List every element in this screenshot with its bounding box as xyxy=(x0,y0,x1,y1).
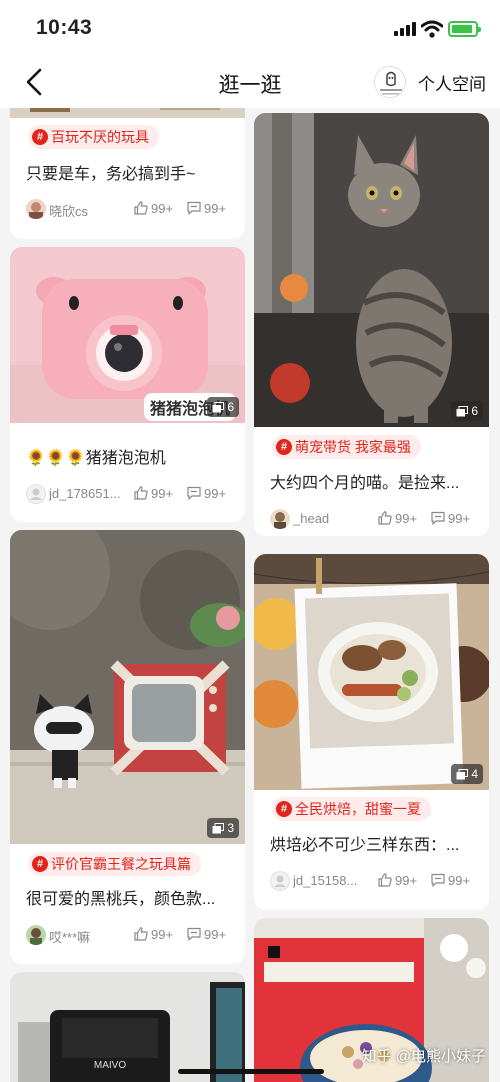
comment-icon xyxy=(431,511,445,526)
feed[interactable]: # 百玩不厌的玩具 只要是车，务必搞到手~ 晓欣cs 99+ 99+ 猪猪泡泡机… xyxy=(0,108,500,1082)
comment-button[interactable]: 99+ xyxy=(430,510,470,526)
comment-count: 99+ xyxy=(448,510,471,526)
comment-button[interactable]: 99+ xyxy=(186,485,226,501)
thumb-up-icon xyxy=(378,511,392,525)
author-name[interactable]: 哎***嘛 xyxy=(49,927,133,946)
personal-space-button[interactable]: 个人空间 xyxy=(372,64,500,98)
comment-icon xyxy=(187,201,201,216)
author-name[interactable]: 晓欣cs xyxy=(49,201,133,220)
hashtag-icon: # xyxy=(32,129,48,145)
image-stack-icon xyxy=(212,822,225,833)
comment-icon xyxy=(187,486,201,501)
like-button[interactable]: 99+ xyxy=(377,510,417,526)
feed-card[interactable]: 4 # 全民烘焙，甜蜜一夏 烘培必不可少三样东西：... jd_15158...… xyxy=(254,554,489,910)
like-count: 99+ xyxy=(395,872,418,888)
status-time: 10:43 xyxy=(36,16,93,39)
card-meta: 晓欣cs 99+ 99+ xyxy=(26,198,236,220)
status-bar: 10:43 xyxy=(0,0,500,56)
device-brand-text: MAIVO xyxy=(94,1060,126,1071)
card-image: 3 xyxy=(10,530,245,844)
battery-icon xyxy=(448,21,481,37)
avatar[interactable] xyxy=(270,871,290,891)
image-stack-icon xyxy=(212,401,225,412)
topic-label: 百玩不厌的玩具 xyxy=(51,129,149,145)
card-image: 猪猪泡泡机 6 xyxy=(10,247,245,423)
hashtag-icon: # xyxy=(276,439,292,455)
like-button[interactable]: 99+ xyxy=(133,485,173,501)
comment-button[interactable]: 99+ xyxy=(186,200,226,216)
topic-tag[interactable]: # 百玩不厌的玩具 xyxy=(28,125,159,149)
feed-card[interactable]: 3 # 评价官霸王餐之玩具篇 很可爱的黑桃兵，颜色款... 哎***嘛 99+ … xyxy=(10,530,245,964)
topic-label: 萌宠带货 我家最强 xyxy=(295,439,411,455)
topic-tag[interactable]: # 评价官霸王餐之玩具篇 xyxy=(28,852,201,876)
card-image: 4 xyxy=(254,554,489,790)
card-meta: _head 99+ 99+ xyxy=(270,508,480,530)
avatar[interactable] xyxy=(270,509,290,529)
card-title: 只要是车，务必搞到手~ xyxy=(26,166,196,183)
author-name[interactable]: jd_178651... xyxy=(49,486,133,501)
image-count-badge: 6 xyxy=(207,397,239,417)
comment-count: 99+ xyxy=(204,200,227,216)
comment-count: 99+ xyxy=(448,872,471,888)
card-image xyxy=(10,108,245,118)
personal-space-label: 个人空间 xyxy=(418,75,486,94)
card-title: 烘培必不可少三样东西：... xyxy=(270,837,460,854)
card-image: 6 xyxy=(254,113,489,427)
signal-icon xyxy=(394,22,416,36)
card-image: MAIVO xyxy=(10,972,245,1082)
avatar[interactable] xyxy=(26,199,46,219)
thumb-up-icon xyxy=(378,873,392,887)
thumb-up-icon xyxy=(134,927,148,941)
home-indicator[interactable] xyxy=(178,1069,324,1074)
card-meta: 哎***嘛 99+ 99+ xyxy=(26,924,236,946)
comment-button[interactable]: 99+ xyxy=(186,926,226,942)
author-name[interactable]: jd_15158... xyxy=(293,873,377,888)
nav-bar: 逛一逛 个人空间 xyxy=(0,56,500,108)
card-meta: jd_15158... 99+ 99+ xyxy=(270,870,480,892)
image-count: 4 xyxy=(471,767,478,781)
topic-tag[interactable]: # 全民烘焙，甜蜜一夏 xyxy=(272,797,431,821)
topic-label: 评价官霸王餐之玩具篇 xyxy=(51,856,191,872)
card-meta: jd_178651... 99+ 99+ xyxy=(26,483,236,505)
thumb-up-icon xyxy=(134,201,148,215)
comment-icon xyxy=(431,873,445,888)
topic-label: 全民烘焙，甜蜜一夏 xyxy=(295,801,421,817)
watermark: 知乎 @电熊小妹子 xyxy=(361,1048,486,1065)
image-count-badge: 4 xyxy=(451,764,483,784)
topic-tag[interactable]: # 萌宠带货 我家最强 xyxy=(272,435,421,459)
like-button[interactable]: 99+ xyxy=(133,926,173,942)
card-title: 很可爱的黑桃兵，颜色款... xyxy=(26,891,216,908)
like-count: 99+ xyxy=(151,485,174,501)
avatar[interactable] xyxy=(26,925,46,945)
avatar[interactable] xyxy=(26,484,46,504)
comment-button[interactable]: 99+ xyxy=(430,872,470,888)
like-button[interactable]: 99+ xyxy=(133,200,173,216)
comment-count: 99+ xyxy=(204,485,227,501)
image-stack-icon xyxy=(456,405,469,416)
image-count: 6 xyxy=(227,400,234,414)
card-title: 大约四个月的喵。是捡来... xyxy=(270,475,460,492)
image-count: 6 xyxy=(471,404,478,418)
like-count: 99+ xyxy=(151,200,174,216)
like-count: 99+ xyxy=(151,926,174,942)
feed-card[interactable]: 猪猪泡泡机 6 🌻🌻🌻猪猪泡泡机 jd_178651... 99+ 99+ xyxy=(10,247,245,522)
image-count: 3 xyxy=(227,821,234,835)
card-title: 🌻🌻🌻猪猪泡泡机 xyxy=(26,450,166,467)
comment-icon xyxy=(187,927,201,942)
hashtag-icon: # xyxy=(32,856,48,872)
wifi-icon xyxy=(421,20,443,38)
hashtag-icon: # xyxy=(276,801,292,817)
image-stack-icon xyxy=(456,768,469,779)
feed-card[interactable]: 6 # 萌宠带货 我家最强 大约四个月的喵。是捡来... _head 99+ 9… xyxy=(254,113,489,536)
feed-card[interactable]: # 百玩不厌的玩具 只要是车，务必搞到手~ 晓欣cs 99+ 99+ xyxy=(10,108,245,239)
author-name[interactable]: _head xyxy=(293,511,377,526)
image-count-badge: 3 xyxy=(207,818,239,838)
image-count-badge: 6 xyxy=(451,401,483,421)
thumb-up-icon xyxy=(134,486,148,500)
like-button[interactable]: 99+ xyxy=(377,872,417,888)
feed-card[interactable]: MAIVO xyxy=(10,972,245,1082)
like-count: 99+ xyxy=(395,510,418,526)
space-avatar xyxy=(374,66,406,98)
comment-count: 99+ xyxy=(204,926,227,942)
